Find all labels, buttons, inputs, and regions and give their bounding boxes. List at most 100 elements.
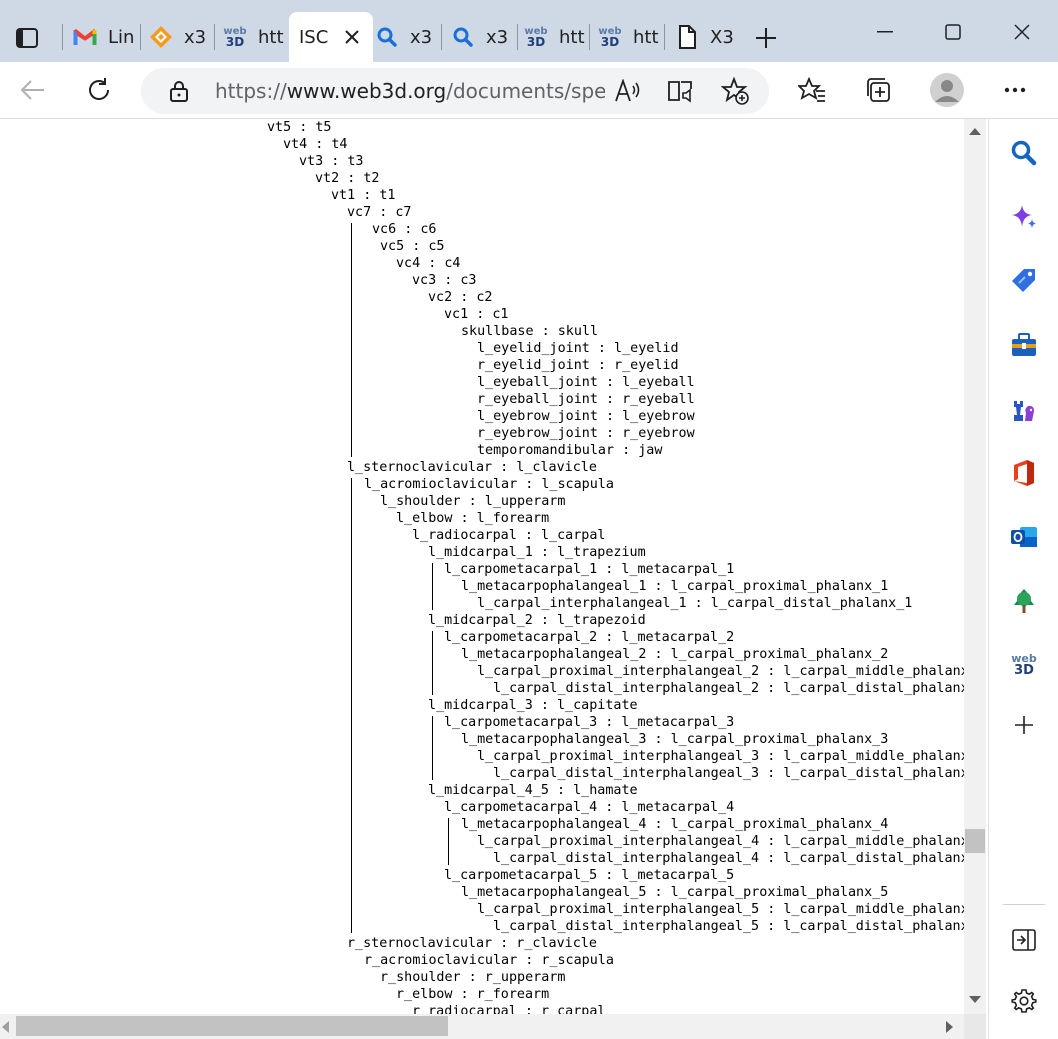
add-favorite-button[interactable] <box>721 77 749 105</box>
url-path: /documents/spe... <box>446 79 605 103</box>
tree-line: l_carpometacarpal_2 : l_metacarpal_2 <box>444 630 735 645</box>
tree-line: vc1 : c1 <box>444 307 509 322</box>
favorites-button[interactable] <box>794 72 830 108</box>
tree-line: l_metacarpophalangeal_1 : l_carpal_proxi… <box>461 579 889 594</box>
collections-button[interactable] <box>860 72 896 108</box>
vertical-scroll-thumb[interactable] <box>965 829 985 853</box>
tree-line: vt3 : t3 <box>299 154 364 169</box>
tab-5[interactable]: x3 <box>374 12 438 62</box>
sidebar-add-button[interactable] <box>1008 709 1040 741</box>
tree-connector <box>351 223 352 457</box>
sidebar-search-button[interactable] <box>1008 137 1040 169</box>
tree-connector <box>448 818 449 865</box>
edge-sidebar: web 3D <box>988 119 1058 1039</box>
settings-more-button[interactable] <box>997 72 1033 108</box>
sidebar-hide-button[interactable] <box>1008 924 1040 956</box>
web3d-icon: web 3D <box>222 24 248 50</box>
sidebar-tree-button[interactable] <box>1008 585 1040 617</box>
tree-line: r_sternoclavicular : r_clavicle <box>347 936 597 951</box>
tree-line: r_radiocarpal : r_carpal <box>412 1004 606 1014</box>
tree-line: vc3 : c3 <box>412 273 477 288</box>
tab-active[interactable]: ISC <box>289 12 373 62</box>
sidebar-office-button[interactable] <box>1008 457 1040 489</box>
scroll-left-icon[interactable] <box>2 1021 9 1033</box>
web3d-logo-bottom: 3D <box>225 35 245 49</box>
page-content: vt5 : t5 vt4 : t4 vt3 : t3 vt2 : t2 vt1 : t1… <box>0 119 964 1014</box>
tab-8-label: htt <box>633 26 659 48</box>
tab-8[interactable]: web 3D htt <box>597 12 659 62</box>
favorites-icon <box>798 77 825 102</box>
sidebar-shopping-button[interactable] <box>1008 265 1040 297</box>
outlook-icon <box>1011 527 1037 547</box>
tree-line: vc4 : c4 <box>396 256 461 271</box>
copilot-icon <box>1012 205 1036 228</box>
tab-9[interactable]: X3 <box>674 12 738 62</box>
tree-line: skullbase : skull <box>461 324 599 339</box>
minimize-button[interactable] <box>862 14 908 50</box>
sidebar-settings-button[interactable] <box>1008 985 1040 1017</box>
tab-actions-button[interactable] <box>8 22 46 54</box>
sidebar-games-button[interactable] <box>1008 393 1040 425</box>
gmail-icon <box>72 24 98 50</box>
vertical-scrollbar[interactable] <box>964 119 986 1014</box>
close-tab-icon[interactable] <box>344 29 360 45</box>
url-text[interactable]: https://www.web3d.org/documents/spe... <box>215 79 605 103</box>
immersive-reader-button[interactable] <box>667 77 695 105</box>
tab-3[interactable]: web 3D htt <box>222 12 284 62</box>
tree-icon <box>1014 589 1034 613</box>
read-aloud-button[interactable] <box>613 77 641 105</box>
maximize-button[interactable] <box>930 14 976 50</box>
tree-line: l_elbow : l_forearm <box>396 511 550 526</box>
web3d-logo-bottom: 3D <box>526 35 546 49</box>
avatar-icon <box>930 73 964 107</box>
tab-separator <box>441 24 442 50</box>
tree-line: temporomandibular : jaw <box>477 443 663 458</box>
tools-icon <box>1012 333 1036 356</box>
tab-separator <box>664 24 665 50</box>
tree-line: l_carpal_proximal_interphalangeal_3 : l_… <box>477 749 964 764</box>
tree-line: r_eyebrow_joint : r_eyebrow <box>477 426 695 441</box>
close-window-button[interactable] <box>999 14 1045 50</box>
tab-7[interactable]: web 3D htt <box>523 12 585 62</box>
tree-line: l_carpal_interphalangeal_1 : l_carpal_di… <box>477 596 913 611</box>
sidebar-web3d-button[interactable]: web 3D <box>1008 649 1040 681</box>
search-icon <box>1011 140 1037 166</box>
tree-line: l_carpal_distal_interphalangeal_2 : l_ca… <box>493 681 964 696</box>
scroll-right-icon[interactable] <box>946 1021 953 1033</box>
tab-5-label: x3 <box>410 26 433 48</box>
tree-line: l_eyelid_joint : l_eyelid <box>477 341 679 356</box>
tree-line: l_eyebrow_joint : l_eyebrow <box>477 409 695 424</box>
sidebar-divider <box>1003 904 1045 905</box>
new-tab-button[interactable] <box>750 22 782 54</box>
horizontal-scrollbar[interactable] <box>0 1014 964 1039</box>
tab-actions-icon <box>16 28 38 48</box>
toolbar: https://www.web3d.org/documents/spe... <box>0 62 1058 118</box>
close-icon <box>1014 24 1030 40</box>
tree-connector <box>432 631 433 695</box>
tree-line: l_shoulder : l_upperarm <box>380 494 566 509</box>
tree-line: vt2 : t2 <box>315 171 380 186</box>
tab-2[interactable]: x3 <box>148 12 212 62</box>
refresh-button[interactable] <box>81 72 117 108</box>
sidebar-tools-button[interactable] <box>1008 329 1040 361</box>
tree-line: l_carpal_proximal_interphalangeal_4 : l_… <box>477 834 964 849</box>
refresh-icon <box>89 78 109 101</box>
scroll-down-icon[interactable] <box>969 996 981 1003</box>
profile-button[interactable] <box>927 70 967 110</box>
address-bar[interactable]: https://www.web3d.org/documents/spe... <box>141 68 769 114</box>
tree-line: l_carpometacarpal_3 : l_metacarpal_3 <box>444 715 735 730</box>
lock-icon[interactable] <box>167 79 191 103</box>
tree-line: l_carpal_distal_interphalangeal_4 : l_ca… <box>493 851 964 866</box>
tree-line: l_metacarpophalangeal_5 : l_carpal_proxi… <box>461 885 889 900</box>
back-button[interactable] <box>15 72 51 108</box>
horizontal-scroll-thumb[interactable] <box>16 1016 448 1036</box>
tree-line: l_midcarpal_2 : l_trapezoid <box>428 613 646 628</box>
tab-6[interactable]: x3 <box>450 12 514 62</box>
scroll-up-icon[interactable] <box>969 128 981 135</box>
sidebar-outlook-button[interactable] <box>1008 521 1040 553</box>
tab-9-label: X3 <box>710 26 734 48</box>
add-icon <box>1015 716 1033 734</box>
sidebar-copilot-button[interactable] <box>1008 201 1040 233</box>
tab-1[interactable]: Lin <box>72 12 138 62</box>
search-icon <box>374 24 400 50</box>
